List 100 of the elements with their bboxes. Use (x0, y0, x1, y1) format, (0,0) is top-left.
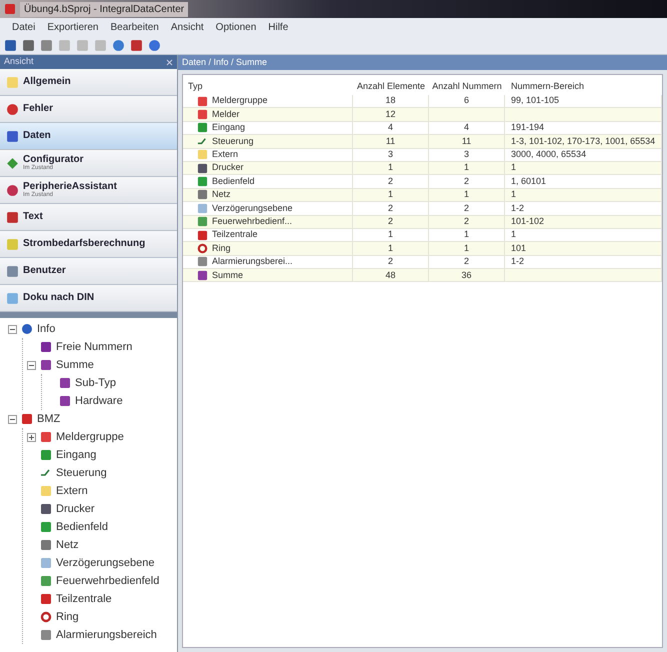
table-cell: 1, 60101 (505, 175, 662, 189)
table-cell: 11 (353, 135, 429, 149)
table-cell: 36 (429, 269, 505, 282)
window-title: Übung4.bSproj - IntegralDataCenter (20, 2, 188, 16)
table-cell: 1 (429, 242, 505, 256)
menu-item[interactable]: Optionen (216, 20, 256, 34)
table-cell: Steuerung (183, 135, 353, 149)
table-cell: 1 (429, 228, 505, 242)
menu-item[interactable]: Bearbeiten (110, 20, 159, 34)
panel-title: Ansicht (4, 55, 34, 68)
table-cell: Eingang (183, 122, 353, 136)
breadcrumb: Daten / Info / Summe (182, 56, 268, 69)
menu-item[interactable]: Datei (12, 20, 36, 34)
tree-item[interactable]: Info (37, 320, 56, 338)
table-cell: 1 (505, 188, 662, 202)
menu-item[interactable]: Exportieren (47, 20, 98, 34)
nav-button[interactable]: Benutzer (0, 258, 177, 285)
table-cell: 4 (353, 122, 429, 136)
table-cell: 4 (429, 122, 505, 136)
table-cell: 1 (505, 228, 662, 242)
table-cell: Melder (183, 108, 353, 122)
table-cell: 1 (353, 228, 429, 242)
nav-button[interactable]: Strombedarfsberechnung (0, 231, 177, 258)
table-cell: 3 (353, 148, 429, 162)
column-header: Typ (187, 80, 204, 94)
table-cell: 12 (353, 108, 429, 122)
table-cell: 191-194 (505, 122, 662, 136)
table-cell: 2 (353, 202, 429, 216)
menu-item[interactable]: Hilfe (268, 20, 288, 34)
table-cell: Ring (183, 242, 353, 256)
column-header: Nummern-Bereich (510, 80, 586, 94)
tree-item[interactable]: Eingang (56, 446, 96, 464)
table-cell: 1 (505, 162, 662, 176)
tree-item[interactable]: Bedienfeld (56, 518, 108, 536)
table-cell: Bedienfeld (183, 175, 353, 189)
table-cell: 1 (353, 188, 429, 202)
switch-icon (40, 467, 52, 479)
tree-item[interactable]: Sub-Typ (75, 374, 116, 392)
table-cell: Extern (183, 148, 353, 162)
nav-button[interactable]: Daten (0, 123, 177, 150)
tree-item[interactable]: Alarmierungsbereich (56, 626, 157, 644)
table-cell: 2 (429, 175, 505, 189)
tree-item[interactable]: Netz (56, 536, 79, 554)
table-cell: 1 (353, 162, 429, 176)
table-cell: 48 (353, 269, 429, 282)
table-cell: 1-3, 101-102, 170-173, 1001, 65534 (505, 135, 662, 149)
table-cell: 3000, 4000, 65534 (505, 148, 662, 162)
table-cell: 2 (429, 202, 505, 216)
expander-icon[interactable] (27, 432, 36, 442)
table-cell: Meldergruppe (183, 95, 353, 108)
table-cell: 1-2 (505, 202, 662, 216)
expander-icon[interactable] (27, 360, 36, 370)
close-icon[interactable] (166, 58, 173, 66)
table-cell: Summe (183, 269, 353, 282)
table-cell: 99, 101-105 (505, 95, 662, 108)
menu-item[interactable]: Ansicht (170, 20, 204, 34)
tree-item[interactable]: Ring (56, 608, 79, 626)
nav-button[interactable]: Allgemein (0, 69, 177, 96)
table-cell: 2 (353, 175, 429, 189)
table-cell: Alarmierungsberei... (183, 256, 353, 270)
tree-item[interactable]: Drucker (56, 500, 95, 518)
nav-button[interactable]: Fehler (0, 96, 177, 123)
tree-item[interactable]: Summe (56, 356, 94, 374)
table-cell: 101-102 (505, 216, 662, 229)
tree-item[interactable]: Meldergruppe (56, 428, 124, 446)
table-cell: 2 (353, 216, 429, 229)
tree-item[interactable]: Teilzentrale (56, 590, 112, 608)
tree-item[interactable]: Extern (56, 482, 88, 500)
table-cell: 1-2 (505, 256, 662, 270)
table-cell: 2 (353, 256, 429, 270)
table-cell: Netz (183, 188, 353, 202)
nav-button[interactable]: Text (0, 204, 177, 231)
table-cell: 2 (429, 216, 505, 229)
expander-icon[interactable] (8, 414, 17, 424)
tree-item[interactable]: Verzögerungsebene (56, 554, 154, 572)
table-cell: 6 (429, 95, 505, 108)
table-cell: 2 (429, 256, 505, 270)
table-cell: 18 (353, 95, 429, 108)
table-cell: 1 (353, 242, 429, 256)
table-cell: Teilzentrale (183, 228, 353, 242)
nav-button[interactable]: Doku nach DIN (0, 285, 177, 312)
table-cell: 1 (429, 188, 505, 202)
table-cell: 11 (429, 135, 505, 149)
column-header: Anzahl Nummern (431, 80, 503, 94)
tree-item[interactable]: BMZ (37, 410, 60, 428)
table-cell: 1 (429, 162, 505, 176)
table-cell: 3 (429, 148, 505, 162)
tree-item[interactable]: Steuerung (56, 464, 107, 482)
ring-icon (197, 242, 208, 254)
tree-item[interactable]: Freie Nummern (56, 338, 132, 356)
column-header: Anzahl Elemente (356, 80, 426, 94)
tree-item[interactable]: Feuerwehrbedienfeld (56, 572, 160, 590)
table-cell: Feuerwehrbedienf... (183, 216, 353, 229)
table-cell: 101 (505, 242, 662, 256)
ring-icon (40, 611, 52, 623)
expander-icon[interactable] (8, 324, 17, 334)
table-cell: Verzögerungsebene (183, 202, 353, 216)
switch-icon (197, 136, 208, 147)
table-cell: Drucker (183, 162, 353, 176)
tree-item[interactable]: Hardware (75, 392, 123, 410)
